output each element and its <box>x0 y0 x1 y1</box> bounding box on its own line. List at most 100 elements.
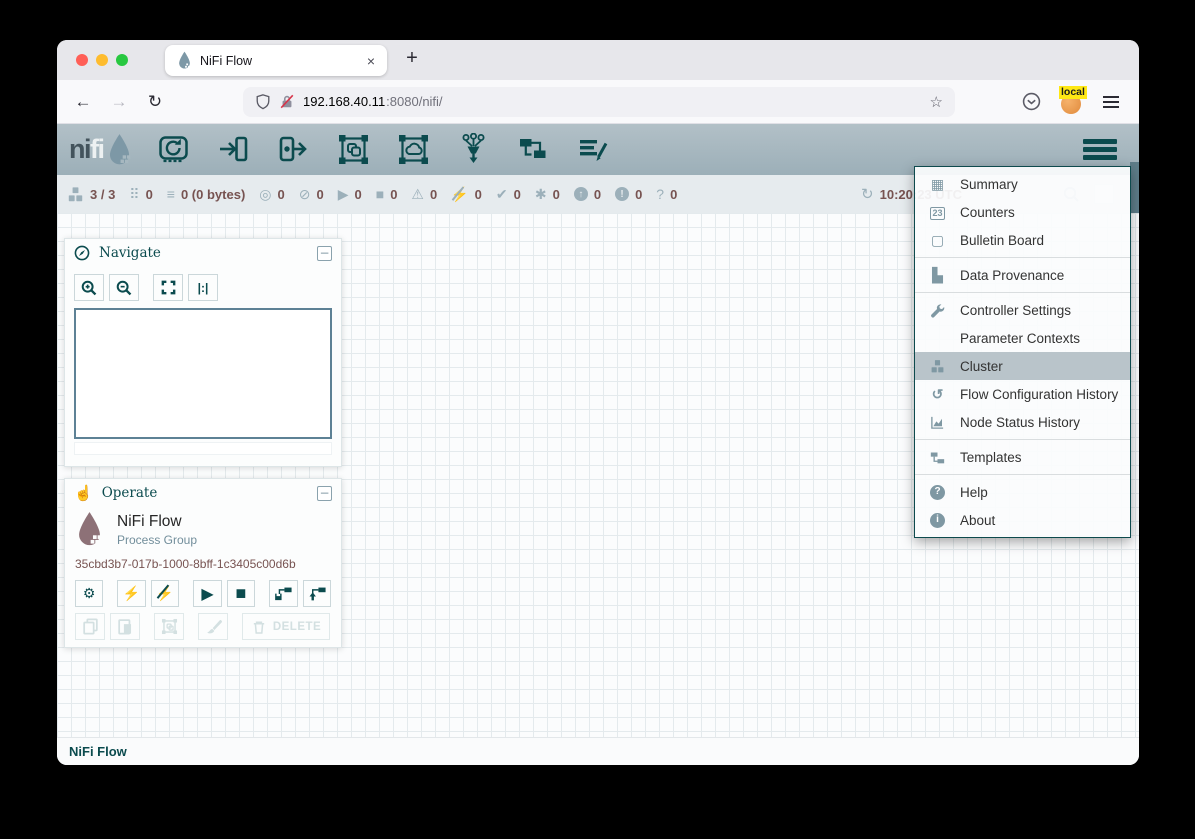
menu-item-flow-configuration-history[interactable]: ↺Flow Configuration History <box>915 380 1130 408</box>
menu-item-data-provenance[interactable]: ▙Data Provenance <box>915 261 1130 289</box>
menu-item-templates[interactable]: Templates <box>915 443 1130 471</box>
minimap-footer <box>74 442 332 455</box>
menu-item-node-status-history[interactable]: Node Status History <box>915 408 1130 436</box>
url-host: 192.168.40.11 <box>303 94 385 109</box>
menu-item-controller-settings[interactable]: Controller Settings <box>915 296 1130 324</box>
disable-button[interactable]: ⚡ <box>151 580 179 607</box>
upload-template-button[interactable] <box>303 580 331 607</box>
close-tab-icon[interactable]: × <box>367 53 375 69</box>
counters-icon: 23 <box>928 204 947 220</box>
paste-button[interactable] <box>110 613 140 640</box>
status-stopped: ■0 <box>376 187 398 202</box>
shield-icon[interactable] <box>255 93 271 110</box>
wrench-icon <box>928 303 947 318</box>
menu-divider <box>915 257 1130 258</box>
window-controls <box>76 54 128 66</box>
collapse-operate-button[interactable]: − <box>317 486 332 501</box>
url-bar[interactable]: 192.168.40.11:8080/nifi/ ☆ <box>243 87 955 117</box>
sync-failure-icon: ? <box>656 187 664 201</box>
navigate-header[interactable]: Navigate − <box>65 239 341 267</box>
menu-item-cluster[interactable]: Cluster <box>915 352 1130 380</box>
menu-item-counters[interactable]: 23Counters <box>915 198 1130 226</box>
status-up-to-date: ✔0 <box>496 187 521 202</box>
close-window-button[interactable] <box>76 54 88 66</box>
threads-icon: ⠿ <box>129 187 139 201</box>
menu-item-summary[interactable]: ▦Summary <box>915 170 1130 198</box>
birdseye-minimap[interactable] <box>74 308 332 439</box>
status-not-transmitting: ⊘0 <box>299 187 324 202</box>
processor-component-icon[interactable] <box>157 133 190 166</box>
zoom-window-button[interactable] <box>116 54 128 66</box>
operate-header[interactable]: ☝ Operate − <box>65 479 341 507</box>
zoom-in-button[interactable] <box>74 274 104 301</box>
process-group-droplet-icon <box>75 511 104 548</box>
breadcrumb-root[interactable]: NiFi Flow <box>69 744 127 759</box>
running-icon: ▶ <box>338 187 349 201</box>
menu-item-bulletin-board[interactable]: ▢Bulletin Board <box>915 226 1130 254</box>
funnel-component-icon[interactable] <box>457 133 490 166</box>
group-button[interactable] <box>154 613 184 640</box>
history-icon: ↺ <box>928 387 947 401</box>
input-port-component-icon[interactable] <box>217 133 250 166</box>
refresh-icon[interactable]: ↻ <box>861 187 874 202</box>
process-group-component-icon[interactable] <box>337 133 370 166</box>
component-palette <box>157 133 610 166</box>
template-component-icon[interactable] <box>517 133 550 166</box>
logo-ni-text: ni <box>69 134 90 165</box>
menu-item-about[interactable]: iAbout <box>915 506 1130 534</box>
menu-item-help[interactable]: ?Help <box>915 478 1130 506</box>
copy-button[interactable] <box>75 613 105 640</box>
lightning-slash-icon: ⚡ <box>156 585 173 602</box>
bookmark-star-icon[interactable]: ☆ <box>930 93 943 111</box>
transmitting-icon: ◎ <box>259 187 271 201</box>
zoom-actual-size-button[interactable]: |:| <box>188 274 218 301</box>
status-locally-modified-and-stale: !0 <box>615 187 642 202</box>
forward-button[interactable]: → <box>105 92 133 112</box>
menu-divider <box>915 439 1130 440</box>
url-path: :8080/nifi/ <box>386 94 442 109</box>
queued-icon: ≡ <box>167 187 175 201</box>
label-component-icon[interactable] <box>577 133 610 166</box>
tab-strip: NiFi Flow × + <box>57 40 1139 80</box>
collapse-navigate-button[interactable]: − <box>317 246 332 261</box>
status-running: ▶0 <box>338 187 362 202</box>
output-port-component-icon[interactable] <box>277 133 310 166</box>
new-tab-button[interactable]: + <box>399 47 425 70</box>
locally-modified-icon: ✱ <box>535 187 547 201</box>
zoom-fit-button[interactable] <box>153 274 183 301</box>
browser-toolbar: ← → ↻ 192.168.40.11:8080/nifi/ ☆ local <box>57 80 1139 124</box>
remote-process-group-component-icon[interactable] <box>397 133 430 166</box>
create-template-button[interactable] <box>269 580 297 607</box>
up-to-date-icon: ✔ <box>496 187 508 201</box>
configure-button[interactable]: ⚙ <box>75 580 103 607</box>
nifi-global-menu-button[interactable] <box>1083 139 1117 163</box>
pocket-icon[interactable] <box>1022 92 1041 111</box>
menu-item-parameter-contexts[interactable]: Parameter Contexts <box>915 324 1130 352</box>
status-connected-nodes: 3 / 3 <box>67 186 115 203</box>
toolbar-right-cluster: local <box>1022 90 1127 114</box>
zoom-out-button[interactable] <box>109 274 139 301</box>
operate-buttons-row2: DELETE <box>75 613 331 640</box>
back-button[interactable]: ← <box>69 92 97 112</box>
fill-color-button[interactable] <box>198 613 228 640</box>
firefox-menu-icon[interactable] <box>1103 93 1119 111</box>
lightning-icon: ⚡ <box>123 585 140 602</box>
delete-label: DELETE <box>273 621 321 633</box>
minimize-window-button[interactable] <box>96 54 108 66</box>
browser-tab[interactable]: NiFi Flow × <box>165 45 387 76</box>
reload-button[interactable]: ↻ <box>141 92 169 112</box>
operate-buttons-row1: ⚙ ⚡ ⚡ ▶ ■ <box>75 580 331 607</box>
insecure-lock-icon[interactable] <box>279 93 295 110</box>
provenance-icon: ▙ <box>928 268 947 282</box>
selected-component: NiFi Flow Process Group <box>75 511 331 548</box>
firefox-account-avatar[interactable]: local <box>1059 90 1085 114</box>
area-chart-icon <box>928 415 947 430</box>
stop-button[interactable]: ■ <box>227 580 255 607</box>
delete-button[interactable]: DELETE <box>242 613 330 640</box>
nifi-logo: nifi <box>69 133 133 167</box>
navigate-title: Navigate <box>99 245 161 261</box>
browser-window: NiFi Flow × + ← → ↻ 192.168.40.11:8080/n… <box>57 40 1139 765</box>
start-button[interactable]: ▶ <box>193 580 221 607</box>
enable-button[interactable]: ⚡ <box>117 580 145 607</box>
breadcrumb-bar: NiFi Flow <box>57 737 1139 765</box>
